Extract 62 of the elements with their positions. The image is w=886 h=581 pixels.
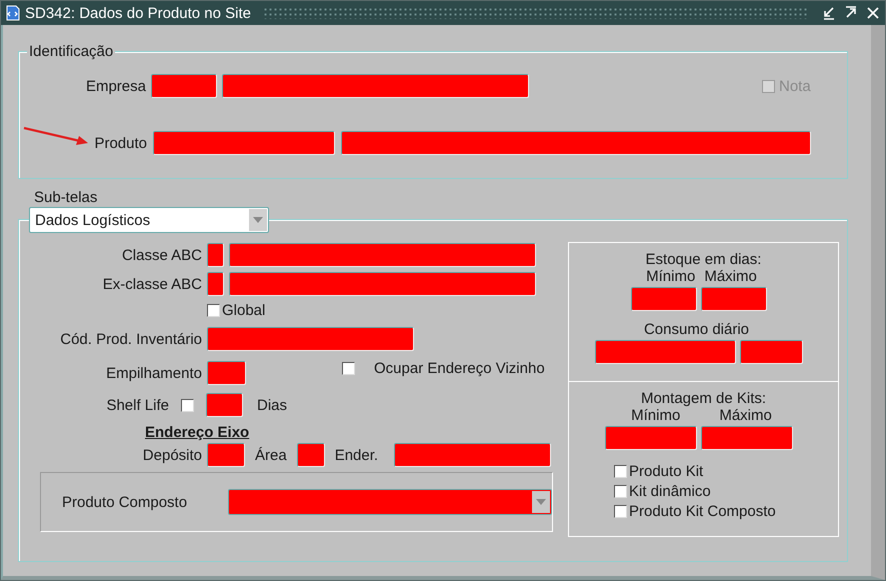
checkbox-label: Global <box>222 302 266 318</box>
kit-field[interactable] <box>605 426 697 450</box>
group-legend: Identificação <box>27 43 116 61</box>
section-heading: Estoque em dias: <box>646 251 762 268</box>
checkbox[interactable] <box>614 464 627 478</box>
field-label: Classe ABC <box>120 246 202 264</box>
warehouse-field[interactable] <box>207 443 245 467</box>
field-label: Máximo <box>704 268 757 285</box>
field-label: Mínimo <box>646 268 696 285</box>
caret-icon <box>253 217 263 223</box>
class-description-field[interactable] <box>229 243 536 267</box>
checkbox-label: Kit dinâmico <box>629 482 711 500</box>
checkbox[interactable] <box>342 362 355 374</box>
field-label: Depósito <box>142 446 202 464</box>
address-field[interactable] <box>394 443 552 467</box>
company-name-field[interactable] <box>222 74 529 98</box>
days-field[interactable] <box>701 287 767 311</box>
field-label: Produto <box>94 134 147 152</box>
shelf-life-field[interactable] <box>206 393 243 417</box>
field-label: Empresa <box>84 78 146 94</box>
field-label: Área <box>255 446 287 464</box>
field-label: Máximo <box>719 407 772 424</box>
checkbox-label: Produto Kit <box>629 462 704 480</box>
composite-product-dropdown[interactable] <box>228 489 552 515</box>
checkbox[interactable] <box>614 484 627 498</box>
checkbox[interactable] <box>614 504 627 518</box>
checkbox-label: Ocupar Endereço Vizinho <box>374 360 545 376</box>
field-label: Ex-classe ABC <box>102 276 202 292</box>
field-label: Sub-telas <box>34 189 98 207</box>
class-code-field[interactable] <box>207 272 224 296</box>
consumption-field[interactable] <box>740 340 803 364</box>
checkbox[interactable] <box>207 304 220 316</box>
caret-icon <box>536 499 546 505</box>
field-label: Empilhamento <box>105 364 202 382</box>
arrow-drawing <box>22 125 90 147</box>
subscreen-dropdown[interactable]: Dados Logísticos <box>29 207 269 233</box>
class-description-field[interactable] <box>229 272 536 296</box>
window-title: SD342: Dados do Produto no Site <box>25 4 251 22</box>
stacking-field[interactable] <box>207 361 246 385</box>
field-label: Ender. <box>334 446 378 464</box>
section-heading: Montagem de Kits: <box>640 390 766 407</box>
inventory-code-field[interactable] <box>207 327 414 351</box>
field-label: Shelf Life <box>105 396 169 414</box>
company-code-field[interactable] <box>151 74 217 98</box>
field-label: Produto Composto <box>62 494 188 510</box>
section-heading: Endereço Eixo <box>145 424 250 440</box>
field-label: Consumo diário <box>644 321 750 338</box>
days-field[interactable] <box>631 287 697 311</box>
document-icon <box>5 5 21 21</box>
product-code-field[interactable] <box>153 131 335 155</box>
product-name-field[interactable] <box>341 131 811 155</box>
kit-field[interactable] <box>701 426 793 450</box>
close-icon[interactable] <box>865 5 881 21</box>
consumption-field[interactable] <box>595 340 736 364</box>
minimize-icon[interactable] <box>821 5 837 21</box>
area-field[interactable] <box>296 443 325 467</box>
unit-label: Dias <box>257 396 288 414</box>
field-label: Cód. Prod. Inventário <box>59 330 202 348</box>
field-label: Mínimo <box>631 407 680 424</box>
class-code-field[interactable] <box>207 243 224 267</box>
checkbox-label: Produto Kit Composto <box>629 502 776 520</box>
checkbox[interactable] <box>181 398 194 412</box>
